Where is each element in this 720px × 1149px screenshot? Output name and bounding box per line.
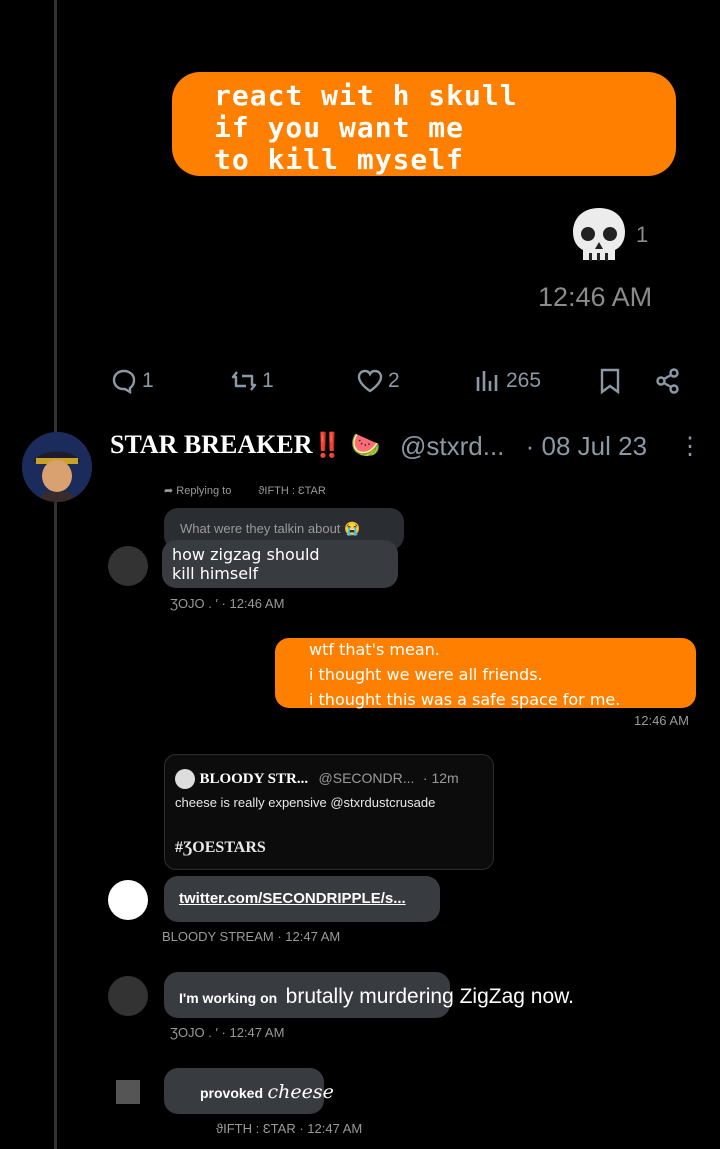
chat-avatar-fifth (116, 1080, 140, 1104)
more-options-icon[interactable]: ⋮ (678, 432, 702, 461)
message-4-text: provoked cheese (200, 1081, 334, 1103)
views-icon (476, 371, 498, 391)
message-text: react wit h skull if you want me to kill… (214, 79, 518, 176)
quote-avatar (175, 769, 195, 789)
avatar[interactable] (22, 432, 92, 502)
reply-count: 1 (142, 369, 154, 392)
quote-text: cheese is really expensive @stxrdustcrus… (175, 795, 436, 810)
view-count: 265 (506, 369, 542, 392)
message-timestamp: 12:46 AM (538, 282, 653, 312)
quote-time: · 12m (422, 770, 459, 787)
share-button[interactable] (654, 366, 682, 396)
link-message[interactable]: twitter.com/SECONDRIPPLE/s... (164, 876, 440, 922)
quote-handle: @SECONDR... (318, 770, 415, 787)
like-count: 2 (388, 369, 400, 392)
reply-button[interactable]: 1 (110, 366, 154, 396)
handle-and-date: @stxrd... · 08 Jul 23 (400, 431, 647, 462)
message-meta: BLOODY STREAM · 12:47 AM (162, 929, 341, 944)
name-emoji: ‼️ 🍉 (312, 431, 381, 459)
quoted-tweet-card[interactable]: BLOODY STR... @SECONDR... · 12m cheese i… (164, 754, 494, 870)
display-name[interactable]: STAR BREAKER‼️ 🍉 (110, 430, 381, 460)
orange-line: wtf that's mean. (309, 640, 440, 659)
quote-header: BLOODY STR... @SECONDR... · 12m (175, 769, 459, 789)
orange-lines: wtf that's mean. i thought we were all f… (309, 637, 620, 712)
quoted-question: What were they talkin about 😭 (180, 521, 361, 536)
skull-request-message: react wit h skull if you want me to kill… (172, 72, 676, 176)
chat-avatar-jojo-2 (108, 976, 148, 1016)
message-link[interactable]: twitter.com/SECONDRIPPLE/s... (179, 890, 406, 907)
orange-line: i thought this was a safe space for me. (309, 690, 621, 709)
bookmark-button[interactable] (596, 366, 624, 396)
message-3-text: I'm working on brutally murdering ZigZag… (179, 985, 574, 1008)
repost-icon (231, 371, 257, 391)
quote-name: BLOODY STR... (199, 771, 309, 788)
thread-line (54, 0, 57, 1149)
user-handle[interactable]: @stxrd... (400, 431, 504, 461)
chat-avatar-jojo (108, 546, 148, 586)
replying-to-line: ➦ Replying to ϑIFTH : ƐTAR (164, 485, 326, 497)
heart-icon (357, 369, 383, 393)
orange-line: i thought we were all friends. (309, 665, 543, 684)
chat-message-4: provoked cheese (164, 1068, 334, 1114)
quote-hashtag[interactable]: #ƷOESTARS (175, 839, 266, 857)
skull-icon[interactable] (570, 206, 628, 266)
message-text: how zigzag should kill himself (172, 545, 320, 583)
message-meta: ƷOJO . ′ · 12:46 AM (170, 596, 285, 611)
repost-button[interactable]: 1 (230, 366, 274, 396)
comment-icon (112, 369, 136, 395)
chat-message-orange: wtf that's mean. i thought we were all f… (275, 638, 696, 709)
views-button[interactable]: 265 (474, 366, 541, 396)
chat-avatar-bloody (108, 880, 148, 920)
like-button[interactable]: 2 (356, 366, 400, 396)
post-date: · 08 Jul 23 (525, 431, 648, 461)
message-meta: ƷOJO . ′ · 12:47 AM (170, 1025, 285, 1040)
reaction-count: 1 (636, 222, 649, 247)
chat-message-1: how zigzag should kill himself (162, 540, 398, 588)
reply-arrow-icon: ➦ (164, 485, 177, 497)
message-meta: ϑIFTH : ƐTAR · 12:47 AM (216, 1121, 363, 1136)
share-icon (656, 368, 679, 394)
message-time: 12:46 AM (634, 713, 689, 728)
bookmark-icon (600, 368, 620, 395)
repost-count: 1 (262, 369, 274, 392)
